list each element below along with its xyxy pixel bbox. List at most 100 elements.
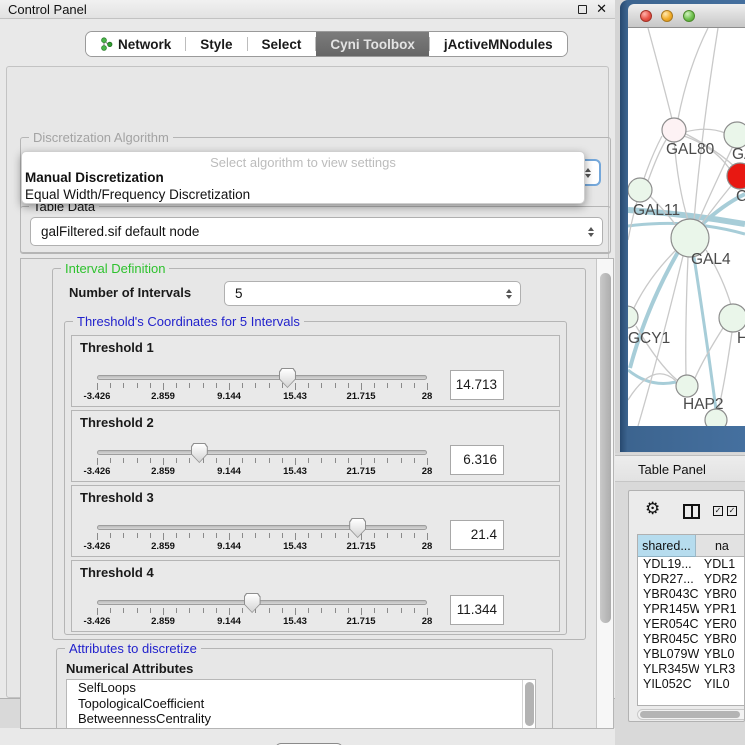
node-table: shared... na YDL19...YDL1YDR27...YDR2YBR… <box>637 534 745 706</box>
tick-label: 21.715 <box>346 466 375 477</box>
cyni-toolbox-panel: Discretization Algorithm Select algorith… <box>6 66 609 698</box>
threshold-slider-track[interactable] <box>97 450 427 455</box>
tick-mark <box>295 458 296 465</box>
table-horizontal-scrollbar-thumb[interactable] <box>640 711 740 718</box>
tab-select[interactable]: Select <box>248 32 316 56</box>
zoom-traffic-light-icon[interactable] <box>683 10 695 22</box>
attribute-list-item[interactable]: SelfLoops <box>67 680 535 696</box>
table-row[interactable]: YPR145WYPR1 <box>638 602 745 617</box>
tick-mark <box>348 383 349 388</box>
numerical-attributes-label: Numerical Attributes <box>66 661 193 676</box>
dropdown-option-manual-discretization[interactable]: Manual Discretization <box>25 170 164 185</box>
threshold-value-field[interactable]: 14.713 <box>450 370 504 400</box>
dropdown-option-equal-width-frequency-discretization[interactable]: Equal Width/Frequency Discretization <box>25 187 250 202</box>
tick-mark <box>401 608 402 613</box>
table-cell: YBL079W <box>638 647 699 662</box>
threshold-slider-thumb[interactable] <box>191 443 208 463</box>
threshold-slider-thumb[interactable] <box>349 518 366 538</box>
columns-icon[interactable] <box>683 504 700 519</box>
checkbox-icon[interactable]: ✓ <box>713 506 723 516</box>
tick-mark <box>387 383 388 388</box>
close-traffic-light-icon[interactable] <box>640 10 652 22</box>
table-cell: YPR145W <box>638 602 699 617</box>
network-node-gcy1[interactable] <box>628 306 638 328</box>
column-header-name[interactable]: na <box>696 535 745 557</box>
gear-icon[interactable]: ⚙ <box>645 500 660 517</box>
table-row[interactable]: YER054CYER0 <box>638 617 745 632</box>
threshold-slider-track[interactable] <box>97 525 427 530</box>
attribute-list-item[interactable]: BetweennessCentrality <box>67 711 535 727</box>
tick-label: 15.43 <box>283 541 307 552</box>
table-cell: YDL1 <box>699 557 745 572</box>
attributes-list-scrollbar-thumb[interactable] <box>525 682 534 726</box>
tab-jactivemnodules[interactable]: jActiveMNodules <box>430 32 567 56</box>
tick-mark <box>282 458 283 463</box>
number-of-intervals-combobox[interactable]: 5 <box>224 281 521 306</box>
network-node[interactable] <box>705 409 727 426</box>
tick-mark <box>123 608 124 613</box>
tab-network[interactable]: Network <box>86 32 185 56</box>
window-title: Control Panel <box>8 2 87 17</box>
numerical-attributes-list[interactable]: SelfLoopsTopologicalCoefficientBetweenne… <box>66 679 536 729</box>
network-node-gal80[interactable] <box>662 118 686 142</box>
tick-mark <box>242 533 243 538</box>
table-row[interactable]: YIL052CYIL0 <box>638 677 745 692</box>
threshold-slider-thumb[interactable] <box>279 368 296 388</box>
tick-label: 15.43 <box>283 466 307 477</box>
network-node-h[interactable] <box>719 304 745 332</box>
tab-cyni-toolbox[interactable]: Cyni Toolbox <box>316 32 429 56</box>
tick-mark <box>242 383 243 388</box>
network-view-window: GAL80GACGAL11GAL4GCY1HHAP2 <box>620 0 745 452</box>
tick-mark <box>229 608 230 615</box>
tick-mark <box>150 458 151 463</box>
tick-mark <box>401 383 402 388</box>
tick-mark <box>374 533 375 538</box>
threshold-slider-track[interactable] <box>97 375 427 380</box>
table-row[interactable]: YDR27...YDR2 <box>638 572 745 587</box>
table-row[interactable]: YDL19...YDL1 <box>638 557 745 572</box>
tab-style[interactable]: Style <box>186 32 246 56</box>
threshold-value-field[interactable]: 6.316 <box>450 445 504 475</box>
checkbox-icon[interactable]: ✓ <box>727 506 737 516</box>
attribute-list-item[interactable]: TopologicalCoefficient <box>67 696 535 712</box>
panel-vertical-scrollbar[interactable] <box>596 259 613 728</box>
table-row[interactable]: YLR345WYLR3 <box>638 662 745 677</box>
threshold-value-field[interactable]: 21.4 <box>450 520 504 550</box>
tick-mark <box>123 533 124 538</box>
slider-ticks <box>97 458 427 466</box>
slider-tick-labels: -3.4262.8599.14415.4321.71528 <box>97 541 427 552</box>
network-node-c[interactable] <box>727 163 745 189</box>
tab-label: Cyni Toolbox <box>330 37 415 52</box>
float-window-icon[interactable] <box>578 5 587 14</box>
tick-mark <box>123 383 124 388</box>
table-row[interactable]: YBL079WYBL0 <box>638 647 745 662</box>
column-header-shared-name[interactable]: shared... <box>638 535 696 557</box>
network-icon <box>100 37 113 51</box>
network-node-hap2[interactable] <box>676 375 698 397</box>
network-node-gal11[interactable] <box>628 178 652 202</box>
network-node-ga[interactable] <box>724 122 745 148</box>
table-horizontal-scrollbar[interactable] <box>637 709 745 720</box>
table-cell: YIL052C <box>638 677 699 692</box>
threshold-value-field[interactable]: 11.344 <box>450 595 504 625</box>
dropdown-hint-option[interactable]: Select algorithm to view settings <box>22 155 584 170</box>
network-canvas[interactable]: GAL80GACGAL11GAL4GCY1HHAP2 <box>628 28 745 426</box>
network-node-label: GA <box>732 146 745 163</box>
table-row[interactable]: YBR043CYBR0 <box>638 587 745 602</box>
tick-mark <box>361 608 362 615</box>
attributes-list-scrollbar[interactable] <box>522 680 535 729</box>
tick-mark <box>255 533 256 538</box>
tick-mark <box>335 458 336 463</box>
table-data-combobox[interactable]: galFiltered.sif default node <box>30 217 603 246</box>
tick-mark <box>203 383 204 388</box>
tick-mark <box>229 383 230 390</box>
tick-mark <box>414 608 415 613</box>
threshold-slider-thumb[interactable] <box>244 593 261 613</box>
table-row[interactable]: YBR045CYBR0 <box>638 632 745 647</box>
tab-label: jActiveMNodules <box>444 37 553 52</box>
close-icon[interactable]: ✕ <box>596 1 607 17</box>
threshold-slider-track[interactable] <box>97 600 427 605</box>
panel-vertical-scrollbar-thumb[interactable] <box>600 273 611 623</box>
minimize-traffic-light-icon[interactable] <box>661 10 673 22</box>
tick-mark <box>374 458 375 463</box>
